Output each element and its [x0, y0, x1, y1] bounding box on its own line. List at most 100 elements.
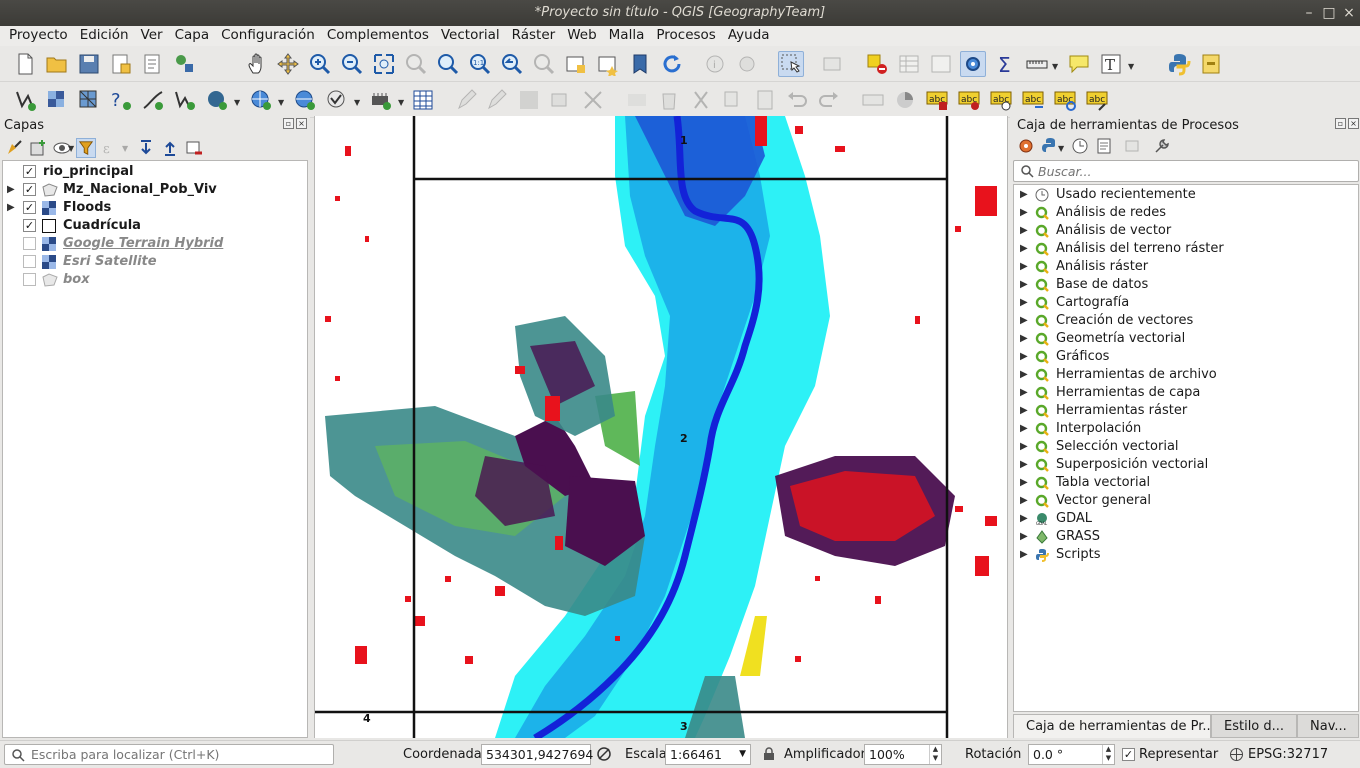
style-manager-icon[interactable]: [172, 51, 198, 77]
plugin-manager-icon[interactable]: [1198, 51, 1224, 77]
processing-group-item[interactable]: ▶ Herramientas de capa: [1014, 384, 1354, 402]
processing-group-item[interactable]: ▶ Superposición vectorial: [1014, 456, 1354, 474]
add-wms-layer-icon[interactable]: [248, 87, 274, 113]
layer-row-esri-satellite[interactable]: Esri Satellite: [3, 253, 303, 271]
add-wfs-layer-icon[interactable]: [292, 87, 318, 113]
select-features-icon[interactable]: [778, 51, 804, 77]
new-print-layout-icon[interactable]: [108, 51, 134, 77]
map-canvas[interactable]: 1 2 3 4: [314, 116, 1008, 738]
processing-group-item[interactable]: ▶ Gráficos: [1014, 348, 1354, 366]
magnifier-spinbox[interactable]: 100% ▲ ▼: [864, 744, 942, 765]
open-project-icon[interactable]: [44, 51, 70, 77]
models-icon[interactable]: [1016, 136, 1036, 156]
diagram-options-icon[interactable]: [892, 87, 918, 113]
python-console-icon[interactable]: [1166, 51, 1192, 77]
new-map-view-icon[interactable]: [563, 51, 589, 77]
deselect-icon[interactable]: [864, 51, 890, 77]
extents-toggle-icon[interactable]: [596, 746, 612, 766]
refresh-icon[interactable]: [659, 51, 685, 77]
processing-group-item[interactable]: ▶ Análisis de vector: [1014, 222, 1354, 240]
spinbox-arrows-icon[interactable]: ▲ ▼: [1102, 745, 1114, 764]
layer-row-box[interactable]: box: [3, 271, 303, 289]
processing-group-item[interactable]: ▶ Selección vectorial: [1014, 438, 1354, 456]
expand-arrow-icon[interactable]: ▶: [1020, 225, 1028, 236]
filter-legend-icon[interactable]: [76, 138, 96, 158]
filter-expression-icon[interactable]: ε: [100, 138, 120, 158]
layer-row-cuadricula[interactable]: ✓ Cuadrícula: [3, 217, 303, 235]
current-edits-icon[interactable]: [454, 87, 480, 113]
select-by-value-icon[interactable]: [820, 51, 846, 77]
menu-configuracion[interactable]: Configuración: [215, 26, 321, 46]
layer-row-rio-principal[interactable]: ✓ rio_principal: [3, 163, 303, 181]
layer-visibility-checkbox[interactable]: ✓: [23, 201, 36, 214]
expand-arrow-icon[interactable]: ▶: [1020, 189, 1028, 200]
delete-selected-icon[interactable]: [656, 87, 682, 113]
copy-features-icon[interactable]: [720, 87, 746, 113]
processing-group-item[interactable]: ▶ Vector general: [1014, 492, 1354, 510]
processing-group-item[interactable]: ▶ Análisis de redes: [1014, 204, 1354, 222]
menu-edicion[interactable]: Edición: [74, 26, 135, 46]
panel-close-icon[interactable]: ×: [1348, 118, 1359, 129]
processing-group-item[interactable]: ▶ Geometría vectorial: [1014, 330, 1354, 348]
add-wcs-layer-icon[interactable]: [324, 87, 350, 113]
menu-proyecto[interactable]: Proyecto: [3, 26, 74, 46]
collapse-all-icon[interactable]: [160, 138, 180, 158]
expand-arrow-icon[interactable]: ▶: [1020, 315, 1028, 326]
layer-row-mz-nacional[interactable]: ▶ ✓ Mz_Nacional_Pob_Viv: [3, 181, 303, 199]
add-group-icon[interactable]: [28, 138, 48, 158]
paste-features-icon[interactable]: [752, 87, 778, 113]
identify-icon[interactable]: i: [702, 51, 728, 77]
menu-ver[interactable]: Ver: [135, 26, 169, 46]
add-layer-dropdown-icon[interactable]: ▼: [234, 98, 242, 107]
save-edits-icon[interactable]: [516, 87, 542, 113]
expand-arrow-icon[interactable]: ▶: [7, 202, 15, 213]
rotation-spinbox[interactable]: 0.0 ° ▲ ▼: [1028, 744, 1115, 765]
rotate-label-icon[interactable]: abc: [1052, 87, 1078, 113]
layer-row-google-terrain[interactable]: Google Terrain Hybrid: [3, 235, 303, 253]
add-mesh-layer-icon[interactable]: [76, 87, 102, 113]
scratch-layer-dropdown-icon[interactable]: ▼: [398, 98, 406, 107]
statistics-sigma-icon[interactable]: Σ: [992, 51, 1018, 77]
expand-arrow-icon[interactable]: ▶: [1020, 405, 1028, 416]
filter-expression-dropdown-icon[interactable]: ▼: [122, 144, 130, 153]
scripts-dropdown-icon[interactable]: ▼: [1058, 144, 1066, 153]
label-toolbar-icon[interactable]: [860, 87, 886, 113]
measure-dropdown-icon[interactable]: ▼: [1052, 62, 1060, 71]
expand-arrow-icon[interactable]: ▶: [1020, 261, 1028, 272]
add-feature-icon[interactable]: [548, 87, 574, 113]
expand-arrow-icon[interactable]: ▶: [1020, 423, 1028, 434]
move-label-icon[interactable]: abc: [1020, 87, 1046, 113]
menu-procesos[interactable]: Procesos: [650, 26, 721, 46]
processing-group-item[interactable]: ▶ Scripts: [1014, 546, 1354, 564]
expand-arrow-icon[interactable]: ▶: [1020, 243, 1028, 254]
pan-hand-icon[interactable]: [244, 51, 270, 77]
menu-raster[interactable]: Ráster: [506, 26, 562, 46]
panel-float-icon[interactable]: ▫: [1335, 118, 1346, 129]
locator-box[interactable]: [4, 744, 334, 765]
menu-web[interactable]: Web: [561, 26, 602, 46]
processing-group-item[interactable]: ▶ Interpolación: [1014, 420, 1354, 438]
expand-arrow-icon[interactable]: ▶: [1020, 207, 1028, 218]
map-themes-dropdown-icon[interactable]: ▼: [68, 144, 76, 153]
show-hide-labels-icon[interactable]: abc: [988, 87, 1014, 113]
processing-group-item[interactable]: ▶ Creación de vectores: [1014, 312, 1354, 330]
expand-arrow-icon[interactable]: ▶: [1020, 531, 1028, 542]
show-bookmarks-icon[interactable]: [627, 51, 653, 77]
menu-complementos[interactable]: Complementos: [321, 26, 435, 46]
add-wms-dropdown-icon[interactable]: ▼: [278, 98, 286, 107]
panel-float-icon[interactable]: ▫: [283, 118, 294, 129]
add-delimited-text-icon[interactable]: ?: [108, 87, 134, 113]
processing-search-input[interactable]: [1038, 163, 1348, 179]
layer-visibility-checkbox[interactable]: ✓: [23, 219, 36, 232]
crs-label[interactable]: EPSG:32717: [1248, 747, 1328, 762]
options-wrench-icon[interactable]: [1152, 136, 1172, 156]
scale-combobox[interactable]: 1:66461 ▼: [665, 744, 751, 765]
zoom-out-icon[interactable]: [339, 51, 365, 77]
zoom-layer-icon[interactable]: [435, 51, 461, 77]
spinbox-arrows-icon[interactable]: ▲ ▼: [929, 745, 941, 764]
change-label-icon[interactable]: abc: [1084, 87, 1110, 113]
expand-arrow-icon[interactable]: ▶: [1020, 279, 1028, 290]
expand-arrow-icon[interactable]: ▶: [1020, 387, 1028, 398]
add-virtual-layer-icon[interactable]: [172, 87, 198, 113]
processing-group-item[interactable]: ▶ Análisis del terreno ráster: [1014, 240, 1354, 258]
